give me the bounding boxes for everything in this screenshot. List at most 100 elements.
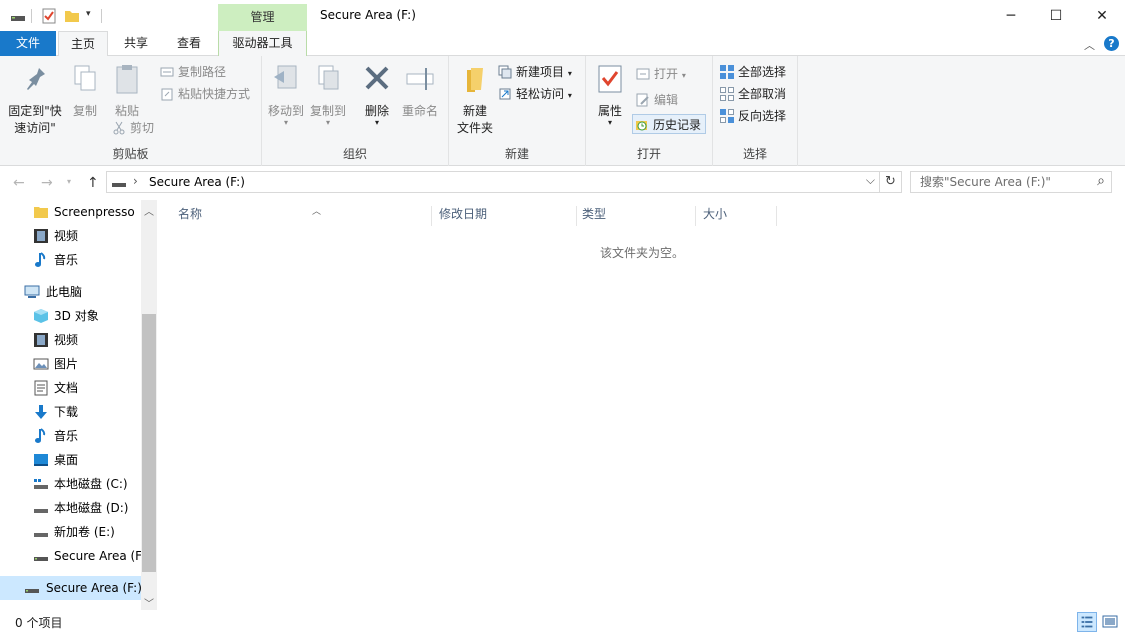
large-icons-view-icon[interactable] (1100, 612, 1120, 632)
minimize-button[interactable]: ─ (988, 0, 1034, 31)
scissors-icon (113, 121, 125, 135)
pin-icon (27, 68, 45, 90)
edit-button[interactable]: 编辑 (634, 90, 678, 110)
nav-item-label: Secure Area (F:) (46, 581, 141, 595)
history-icon (636, 121, 647, 131)
manage-contextual-tab[interactable]: 管理 (218, 4, 307, 31)
new-folder-icon[interactable] (64, 8, 80, 24)
nav-item-music[interactable]: 音乐 (0, 248, 141, 272)
new-group-label: 新建 (504, 147, 529, 161)
column-header-type-label: 类型 (582, 207, 607, 221)
select-all-button[interactable]: 全部选择 (718, 62, 786, 82)
nav-item-downloads[interactable]: 下载 (0, 400, 141, 424)
breadcrumb-current[interactable]: Secure Area (F:) (149, 175, 245, 189)
nav-item-videos-pc[interactable]: 视频 (0, 328, 141, 352)
pin-label-line2: 速访问" (14, 121, 56, 135)
move-to-button[interactable]: 移动到 ▾ (266, 62, 306, 127)
scroll-down-icon[interactable]: ﹀ (144, 595, 154, 610)
copy-to-button[interactable]: 复制到 ▾ (308, 62, 348, 127)
copy-path-label: 复制路径 (178, 65, 227, 79)
drive-icon (34, 509, 48, 513)
tab-file[interactable]: 文件 (0, 31, 56, 56)
search-input[interactable] (911, 172, 1086, 192)
select-group-label: 选择 (742, 147, 767, 161)
computer-icon (24, 285, 40, 298)
column-header-size[interactable]: 大小 (696, 206, 777, 226)
tab-share[interactable]: 共享 (112, 31, 160, 56)
refresh-button[interactable]: ↻ (880, 171, 902, 193)
select-all-icon (720, 65, 734, 79)
customize-quick-access-icon[interactable]: ▾ (86, 9, 91, 19)
tab-drive-tools[interactable]: 驱动器工具 (218, 31, 307, 56)
nav-item-drive-d[interactable]: 本地磁盘 (D:) (0, 496, 141, 520)
easy-access-button[interactable]: 轻松访问 ▾ (496, 84, 572, 104)
new-folder-label-line1: 新建 (462, 104, 487, 118)
new-item-button[interactable]: 新建项目 ▾ (496, 62, 572, 82)
nav-item-this-pc[interactable]: 此电脑 (0, 280, 141, 304)
up-button[interactable]: ↑ (87, 175, 99, 191)
address-bar[interactable]: › Secure Area (F:) ⌵ (106, 171, 880, 193)
forward-button[interactable]: → (41, 175, 53, 191)
paste-shortcut-button[interactable]: 粘贴快捷方式 (158, 84, 250, 104)
nav-item-drive-c[interactable]: 本地磁盘 (C:) (0, 472, 141, 496)
nav-item-documents[interactable]: 文档 (0, 376, 141, 400)
tab-home[interactable]: 主页 (58, 31, 108, 57)
properties-dropdown-icon: ▾ (607, 118, 612, 127)
nav-item-music-pc[interactable]: 音乐 (0, 424, 141, 448)
paste-shortcut-icon (161, 88, 173, 101)
column-header-type[interactable]: 类型 (575, 206, 696, 226)
paste-button[interactable]: 粘贴 (108, 62, 146, 120)
copy-to-icon (318, 65, 339, 90)
nav-item-desktop[interactable]: 桌面 (0, 448, 141, 472)
column-header-size-label: 大小 (703, 207, 728, 221)
back-button[interactable]: ← (13, 175, 25, 191)
new-group: 新建 文件夹 新建项目 ▾ 轻松访问 ▾ 新建 (449, 56, 586, 166)
column-header-modified-label: 修改日期 (439, 207, 488, 221)
select-none-button[interactable]: 全部取消 (718, 84, 786, 104)
column-header-modified[interactable]: 修改日期 (432, 206, 577, 226)
copy-button[interactable]: 复制 (68, 62, 102, 120)
organize-group: 移动到 ▾ 复制到 ▾ 删除 ▾ 重命名 组织 (262, 56, 449, 166)
open-button[interactable]: 打开 ▾ (634, 64, 686, 84)
drive-icon[interactable] (10, 8, 26, 24)
search-box[interactable]: ⌕ (910, 171, 1112, 193)
properties-icon[interactable] (41, 8, 57, 24)
open-icon (636, 68, 650, 80)
details-view-icon[interactable] (1077, 612, 1097, 632)
close-button[interactable]: ✕ (1079, 0, 1125, 31)
invert-selection-button[interactable]: 反向选择 (718, 106, 786, 126)
nav-scrollbar[interactable]: ︿ ﹀ (141, 200, 157, 610)
properties-button[interactable]: 属性 ▾ (594, 62, 626, 127)
column-header-name[interactable]: ︿ 名称 (171, 206, 432, 226)
scroll-thumb[interactable] (142, 314, 156, 572)
nav-item-videos[interactable]: 视频 (0, 224, 141, 248)
address-dropdown-icon[interactable]: ⌵ (866, 173, 875, 188)
nav-item-secure-area[interactable]: Secure Area (F:) (0, 576, 141, 600)
tab-view[interactable]: 查看 (164, 31, 214, 56)
nav-item-pictures[interactable]: 图片 (0, 352, 141, 376)
collapse-ribbon-icon[interactable]: ︿ (1084, 37, 1095, 53)
video-icon (34, 333, 48, 347)
help-icon[interactable]: ? (1104, 36, 1119, 51)
history-button[interactable]: 历史记录 (632, 114, 707, 134)
pin-to-quick-access-button[interactable]: 固定到"快 速访问" (4, 62, 66, 137)
breadcrumb-separator[interactable]: › (133, 174, 138, 188)
file-list[interactable]: ︿ 名称 修改日期 类型 大小 该文件夹为空。 (157, 200, 1125, 610)
new-folder-button[interactable]: 新建 文件夹 (453, 62, 497, 137)
nav-item-drive-f[interactable]: Secure Area (F: (0, 544, 141, 568)
scroll-up-icon[interactable]: ︿ (144, 203, 154, 218)
open-label: 打开 (654, 67, 679, 81)
search-icon[interactable]: ⌕ (1097, 173, 1105, 189)
cut-button[interactable]: 剪切 (110, 118, 154, 138)
new-item-dropdown-icon: ▾ (567, 69, 572, 78)
paste-shortcut-label: 粘贴快捷方式 (178, 87, 251, 101)
delete-button[interactable]: 删除 ▾ (360, 62, 394, 127)
rename-button[interactable]: 重命名 (398, 62, 442, 120)
copy-path-button[interactable]: 复制路径 (158, 62, 226, 82)
organize-group-label: 组织 (342, 147, 367, 161)
nav-item-screenpresso[interactable]: Screenpresso (0, 200, 141, 224)
nav-item-3d-objects[interactable]: 3D 对象 (0, 304, 141, 328)
nav-item-drive-e[interactable]: 新加卷 (E:) (0, 520, 141, 544)
maximize-button[interactable]: ☐ (1033, 0, 1079, 31)
recent-locations-icon[interactable]: ▾ (67, 177, 71, 186)
